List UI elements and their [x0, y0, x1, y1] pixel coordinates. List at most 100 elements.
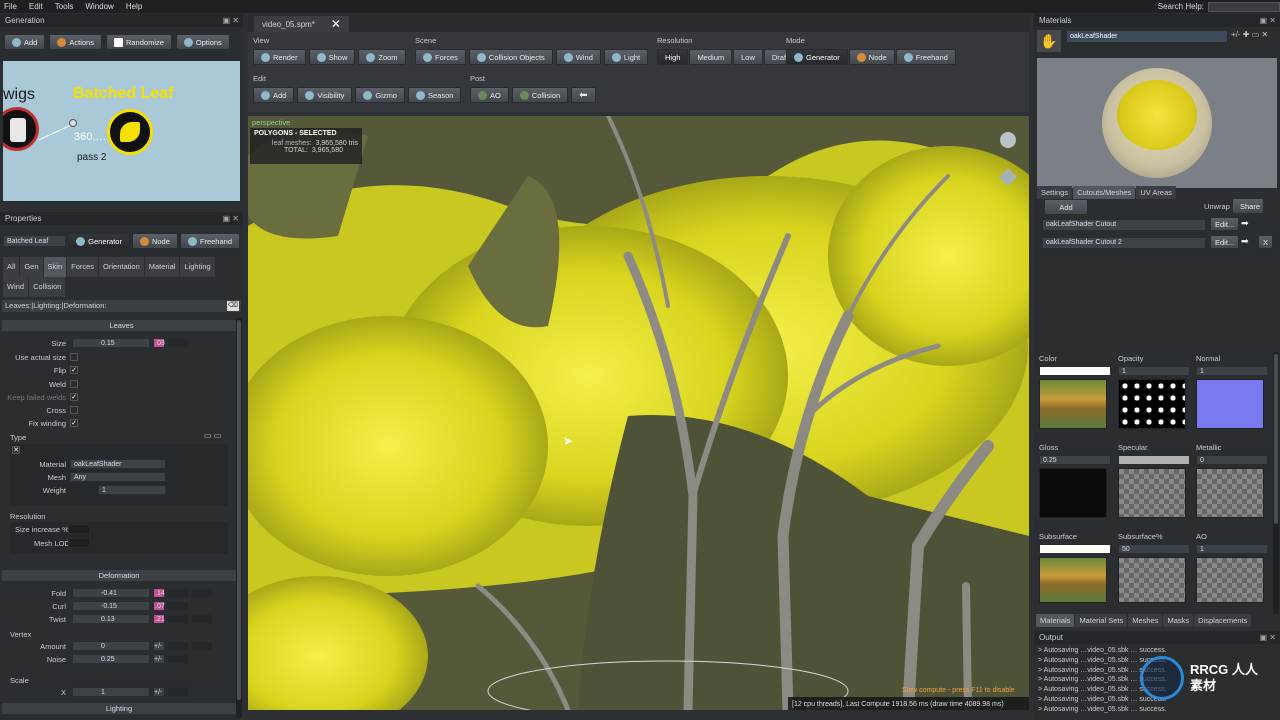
tab-orientation[interactable]: Orientation [99, 257, 144, 277]
edit-cutout-2-button[interactable]: Edit... [1210, 235, 1240, 249]
tab-all[interactable]: All [3, 257, 20, 277]
collision-objects-button[interactable]: Collision Objects [468, 49, 553, 65]
resolution-medium-button[interactable]: Medium [689, 49, 733, 65]
map-normal-value[interactable]: 1 [1196, 366, 1268, 376]
map-specular-value[interactable] [1118, 455, 1190, 465]
map-ao-value[interactable]: 1 [1196, 544, 1268, 554]
remove-type-icon[interactable]: ✕ [12, 446, 20, 454]
fold-field[interactable]: -0.41 [72, 588, 150, 598]
map-subsurface-texture[interactable] [1039, 557, 1107, 603]
search-help-input[interactable] [1208, 1, 1280, 12]
hand-tool-icon[interactable]: ✋ [1037, 30, 1061, 52]
menu-window[interactable]: Window [85, 2, 113, 11]
add-cutout-button[interactable]: Add [1044, 199, 1088, 215]
fold-curve-2[interactable] [191, 588, 213, 598]
noise-random[interactable]: +/- [153, 654, 165, 664]
size-curve[interactable] [167, 338, 189, 348]
map-color-value[interactable] [1039, 366, 1111, 376]
map-subsurface[interactable]: Subsurface [1039, 532, 1111, 603]
map-color[interactable]: Color [1039, 354, 1111, 429]
fold-curve[interactable] [167, 588, 189, 598]
noise-curve[interactable] [167, 654, 189, 664]
map-gloss-texture[interactable] [1039, 468, 1107, 518]
season-button[interactable]: Season [407, 87, 462, 103]
tab-wind[interactable]: Wind [3, 277, 29, 297]
map-gloss-value[interactable]: 0.25 [1039, 455, 1111, 465]
map-subsurface-percent[interactable]: Subsurface% 50 [1118, 532, 1190, 603]
generator-toolbar-button[interactable]: Generator [786, 49, 848, 65]
resolution-high-button[interactable]: High [657, 49, 689, 65]
x-field[interactable]: 1 [72, 687, 150, 697]
tab-collision[interactable]: Collision [29, 277, 66, 297]
map-opacity-value[interactable]: 1 [1118, 366, 1190, 376]
map-specular-texture[interactable] [1118, 468, 1186, 518]
add-button[interactable]: Add [4, 34, 46, 50]
tab-forces[interactable]: Forces [67, 257, 99, 277]
mesh-select[interactable]: Any [70, 472, 166, 482]
weld-checkbox[interactable] [70, 379, 78, 388]
amount-field[interactable]: 0 [72, 641, 150, 651]
map-gloss[interactable]: Gloss 0.25 [1039, 443, 1111, 518]
twist-field[interactable]: 0.13 [72, 614, 150, 624]
zoom-button[interactable]: Zoom [358, 49, 406, 65]
panel-close-icon[interactable]: ▣ ✕ [1260, 16, 1276, 25]
forces-button[interactable]: Forces [415, 49, 466, 65]
tab-material-sets[interactable]: Material Sets [1075, 614, 1128, 627]
size-field[interactable]: 0.15 [72, 338, 150, 348]
amount-random[interactable]: +/- [153, 641, 165, 651]
resolution-low-button[interactable]: Low [733, 49, 763, 65]
gizmo-button[interactable]: Gizmo [355, 87, 405, 103]
fix-winding-checkbox[interactable]: ✓ [70, 419, 78, 428]
options-button[interactable]: Options [175, 34, 230, 50]
tab-displacements[interactable]: Displacements [1194, 614, 1252, 627]
size-increase-curve[interactable] [68, 524, 90, 534]
tab-uv-areas[interactable]: UV Areas [1136, 186, 1176, 199]
tab-lighting[interactable]: Lighting [180, 257, 215, 277]
menu-edit[interactable]: Edit [29, 2, 43, 11]
tab-material[interactable]: Material [144, 257, 180, 277]
panel-close-icon[interactable]: ▣ ✕ [223, 214, 239, 223]
map-opacity[interactable]: Opacity 1 [1118, 354, 1190, 429]
tab-materials[interactable]: Materials [1036, 614, 1075, 627]
map-subsurface-percent-texture[interactable] [1118, 557, 1186, 603]
lighting-section-header[interactable]: Lighting [2, 703, 236, 714]
weight-field[interactable]: 1 [98, 485, 166, 495]
cutout-2-select[interactable]: oakLeafShader Cutout 2 [1042, 237, 1206, 249]
amount-curve[interactable] [167, 641, 189, 651]
curl-random[interactable]: .07 [153, 601, 165, 611]
tab-meshes[interactable]: Meshes [1128, 614, 1163, 627]
generator-mode-button[interactable]: Generator [68, 233, 130, 249]
material-dropdown[interactable]: oakLeafShader [1066, 30, 1228, 43]
menu-tools[interactable]: Tools [55, 2, 74, 11]
tab-masks[interactable]: Masks [1163, 614, 1194, 627]
light-gizmo-icon[interactable] [1000, 132, 1016, 148]
flip-checkbox[interactable]: ✓ [70, 366, 78, 375]
clear-filter-icon[interactable]: ⌫ [227, 301, 239, 311]
map-metallic-texture[interactable] [1196, 468, 1264, 518]
material-actions-icons[interactable]: +/- ✚ ▭ ✕ [1231, 30, 1268, 39]
tab-settings[interactable]: Settings [1037, 186, 1073, 199]
map-subsurface-value[interactable] [1039, 544, 1111, 554]
x-curve[interactable] [167, 687, 189, 697]
wind-button[interactable]: Wind [555, 49, 601, 65]
node-mode-button[interactable]: Node [131, 233, 178, 249]
mesh-lod-curve[interactable] [68, 538, 90, 548]
collision-button[interactable]: Collision [511, 87, 569, 103]
render-button[interactable]: Render [253, 49, 306, 65]
map-ao-texture[interactable] [1196, 557, 1264, 603]
document-tab[interactable]: video_05.spm* ✕ [254, 16, 349, 32]
type-add-remove[interactable]: ▭ ▭ [204, 431, 221, 440]
ao-button[interactable]: AO [470, 87, 509, 103]
actions-button[interactable]: Actions [49, 34, 102, 50]
twist-curve-2[interactable] [191, 614, 213, 624]
map-metallic-value[interactable]: 0 [1196, 455, 1268, 465]
viewport[interactable]: perspective POLYGONS - SELECTED leaf mes… [248, 116, 1029, 710]
cutout-1-arrow-icon[interactable]: ➡ [1241, 218, 1249, 229]
tab-skin[interactable]: Skin [43, 257, 67, 277]
map-opacity-texture[interactable] [1118, 379, 1186, 429]
randomize-button[interactable]: Randomize [105, 34, 172, 50]
leaf-node-icon[interactable] [107, 109, 153, 155]
node-port[interactable] [69, 119, 77, 127]
twig-node-icon[interactable] [3, 107, 39, 151]
tab-gen[interactable]: Gen [20, 257, 43, 277]
